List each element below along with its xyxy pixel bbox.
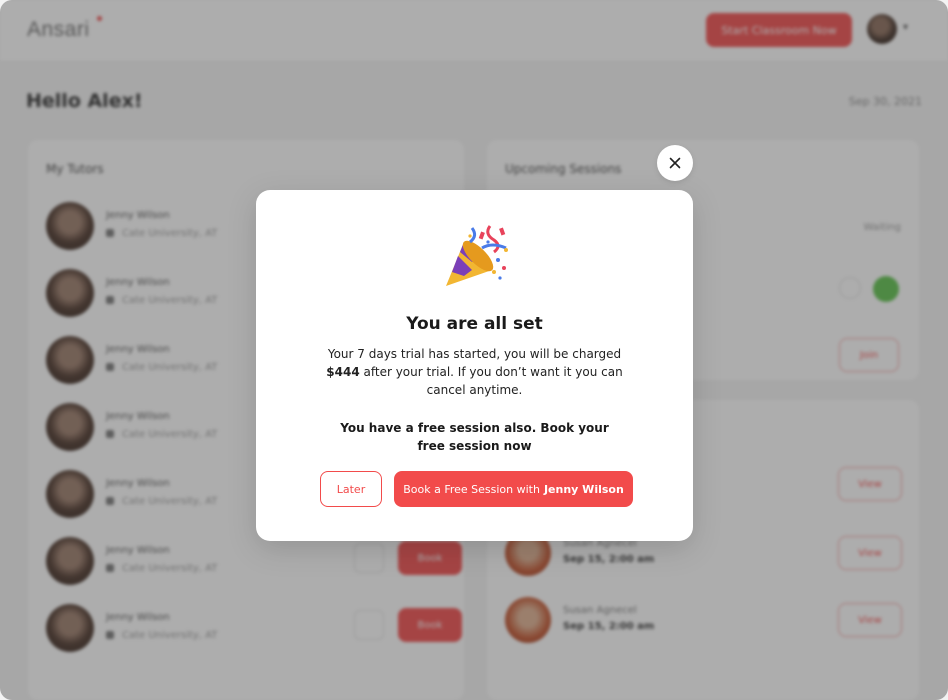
book-free-session-button[interactable]: Book a Free Session with Jenny Wilson bbox=[394, 471, 633, 507]
book-button-tutor: Jenny Wilson bbox=[543, 482, 624, 496]
body-text-start: Your 7 days trial has started, you will … bbox=[327, 347, 622, 361]
free-session-text: You have a free session also. Book your … bbox=[340, 421, 609, 453]
close-modal-button[interactable] bbox=[657, 145, 693, 181]
close-icon bbox=[669, 157, 681, 169]
body-text-end: after your trial. If you don’t want it y… bbox=[359, 365, 623, 397]
modal-body: Your 7 days trial has started, you will … bbox=[320, 345, 629, 399]
trial-started-modal: You are all set Your 7 days trial has st… bbox=[256, 190, 693, 541]
trial-price: $444 bbox=[326, 365, 360, 379]
later-button[interactable]: Later bbox=[320, 471, 382, 507]
modal-title: You are all set bbox=[406, 314, 543, 334]
dashboard-page: Ansari Start Classroom Now ▾ Hello Alex!… bbox=[0, 0, 948, 700]
party-popper-icon bbox=[446, 225, 508, 286]
book-button-label: Book a Free Session with bbox=[403, 482, 540, 496]
